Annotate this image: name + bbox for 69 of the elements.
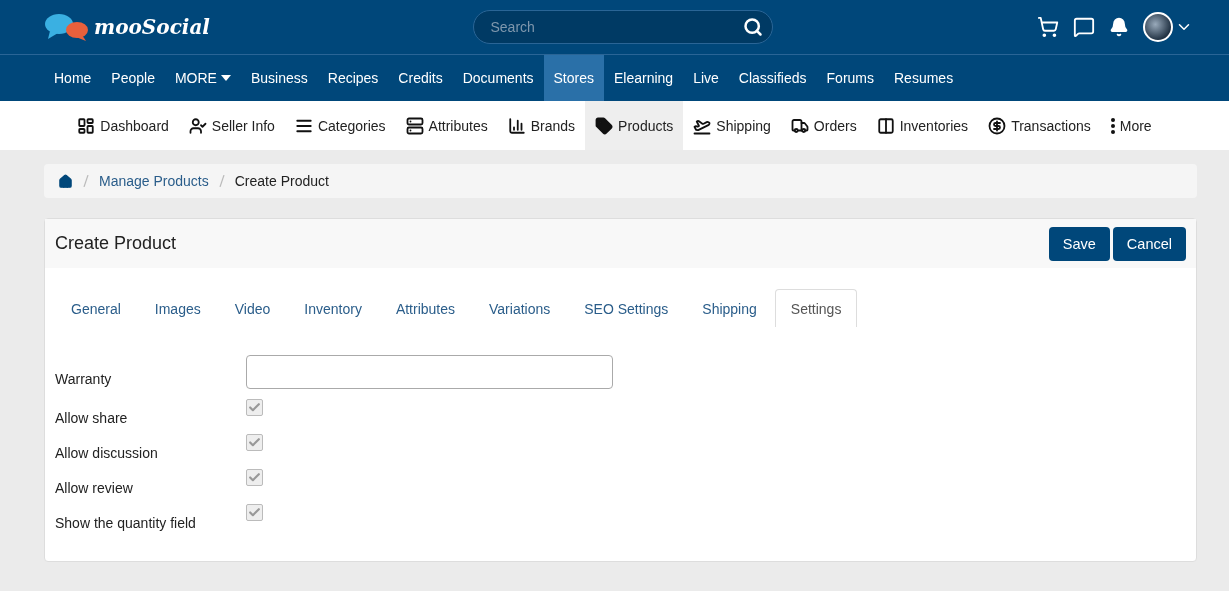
nav-item[interactable]: People [101,55,165,101]
check-icon [248,401,261,414]
field-label: Allow review [55,478,134,496]
nav-item[interactable]: Live [683,55,729,101]
store-menu-item[interactable]: Shipping [683,101,781,150]
search-field[interactable]: Search [473,10,774,44]
field-label: Allow discussion [55,443,159,461]
nav-item[interactable]: MORE [164,55,241,101]
breadcrumb-link[interactable]: Manage Products [99,173,209,189]
field-label: Warranty [55,370,113,387]
check-icon [248,506,261,519]
store-menu-item[interactable]: More [1100,101,1162,150]
nav-item[interactable]: Resumes [884,55,964,101]
store-menu-item[interactable]: Brands [497,101,586,150]
nav-item[interactable]: Home [44,55,102,101]
columns-icon [876,116,895,135]
cart-icon[interactable] [1037,16,1059,38]
store-menu-item[interactable]: Orders [780,101,867,150]
check-icon [248,471,261,484]
nav-item[interactable]: Stores [543,55,604,101]
more-icon [1110,117,1115,134]
nav-item[interactable]: Business [240,55,318,101]
tab[interactable]: Images [138,289,217,327]
tab[interactable]: Video [218,289,287,327]
tab[interactable]: SEO Settings [568,289,685,327]
avatar[interactable] [1143,12,1173,42]
bell-icon[interactable] [1109,17,1129,37]
store-menu-item[interactable]: Products [585,101,684,150]
chat-icon[interactable] [1073,16,1095,38]
store-menu-item[interactable]: Inventories [866,101,979,150]
warranty-input[interactable] [246,355,613,389]
nav-item[interactable]: Recipes [317,55,389,101]
tab[interactable]: Attributes [379,289,472,327]
tab[interactable]: Shipping [686,289,773,327]
dashboard-icon [77,116,96,135]
store-menu-item[interactable]: Dashboard [67,101,179,150]
card-title: Create Product [55,233,178,254]
logo[interactable]: mooSocial [44,13,210,41]
user-check-icon [188,116,207,135]
store-menu-item[interactable]: Attributes [395,101,498,150]
tab[interactable]: General [55,289,137,327]
field-label: Allow share [55,408,129,426]
store-menu-item[interactable]: Transactions [978,101,1101,150]
slash-divider-icon [83,175,89,187]
slash-divider-icon [218,175,225,187]
nav-item[interactable]: Credits [388,55,453,101]
tab[interactable]: Settings [774,289,858,327]
nav-item[interactable]: Documents [452,55,544,101]
cancel-button[interactable]: Cancel [1112,226,1186,261]
tab[interactable]: Variations [473,289,567,327]
save-button[interactable]: Save [1048,226,1110,261]
home-icon[interactable] [58,173,73,189]
server-icon [405,116,424,135]
tab[interactable]: Inventory [288,289,378,327]
nav-item[interactable]: Forums [816,55,884,101]
nav-item[interactable]: Elearning [604,55,684,101]
field-label: Show the quantity field [55,513,197,531]
store-menu-item[interactable]: Categories [284,101,396,150]
nav-item[interactable]: Classifieds [728,55,817,101]
store-menu-item[interactable]: Seller Info [178,101,285,150]
tag-icon [595,116,614,135]
chart-icon [507,116,526,135]
check-icon [248,436,261,449]
dollar-icon [988,116,1007,135]
chat-bubbles-icon [44,13,90,41]
breadcrumb-current: Create Product [234,173,329,189]
caret-icon [220,75,231,81]
search-icon[interactable] [743,17,764,37]
truck-icon [790,116,809,135]
